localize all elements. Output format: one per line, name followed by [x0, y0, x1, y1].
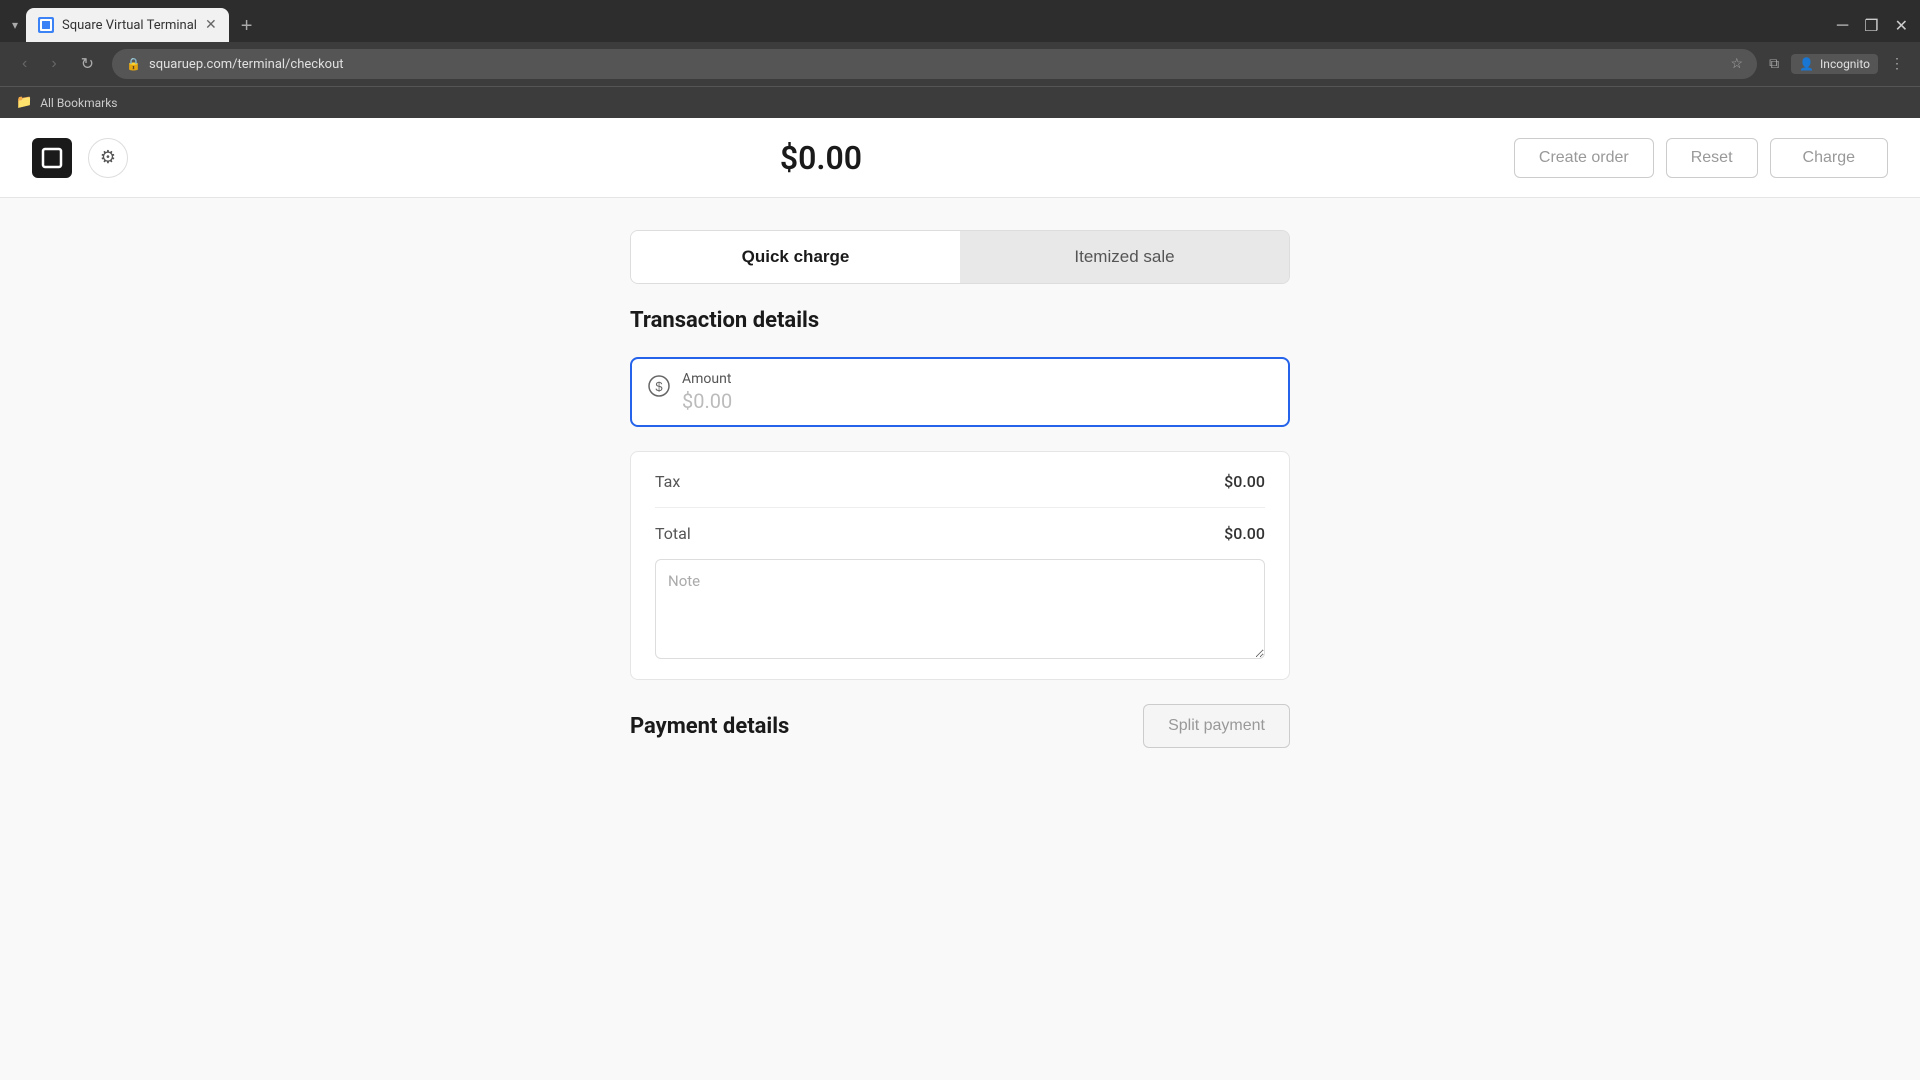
- tab-favicon: [38, 17, 54, 33]
- browser-toolbar-right: ⧉ 👤 Incognito ⋮: [1769, 54, 1904, 74]
- browser-window-controls: ─ ❐ ✕: [1837, 15, 1908, 35]
- address-bar[interactable]: 🔒 squaruep.com/terminal/checkout ☆: [112, 49, 1757, 79]
- transaction-details-title: Transaction details: [630, 308, 1290, 333]
- browser-tab-strip: Square Virtual Terminal ✕ +: [26, 8, 1837, 42]
- browser-title-bar-left: ▾: [12, 18, 18, 32]
- tax-label: Tax: [655, 472, 680, 491]
- header-amount: $0.00: [128, 139, 1514, 177]
- amount-input-value[interactable]: $0.00: [682, 389, 1272, 413]
- profile-button[interactable]: 👤 Incognito: [1791, 54, 1878, 74]
- forward-button[interactable]: ›: [45, 53, 62, 75]
- header-actions: Create order Reset Charge: [1514, 138, 1888, 178]
- browser-title-bar: ▾ Square Virtual Terminal ✕ + ─ ❐ ✕: [0, 0, 1920, 42]
- total-label: Total: [655, 524, 691, 543]
- incognito-label: Incognito: [1820, 57, 1870, 71]
- tax-row: Tax $0.00: [655, 472, 1265, 491]
- amount-label: Amount: [682, 371, 1272, 387]
- tax-value: $0.00: [1224, 472, 1265, 491]
- payment-details-header: Payment details Split payment: [630, 704, 1290, 748]
- lock-icon: 🔒: [126, 57, 141, 71]
- summary-card: Tax $0.00 Total $0.00: [630, 451, 1290, 680]
- bookmark-star-icon[interactable]: ☆: [1731, 56, 1744, 72]
- close-button[interactable]: ✕: [1895, 16, 1908, 35]
- bookmarks-bar: 📁 All Bookmarks: [0, 86, 1920, 118]
- total-row: Total $0.00: [655, 524, 1265, 543]
- quick-charge-tab[interactable]: Quick charge: [631, 231, 960, 283]
- bookmarks-folder-icon: 📁: [16, 95, 32, 110]
- create-order-button[interactable]: Create order: [1514, 138, 1654, 178]
- amount-input-card: $ Amount $0.00: [630, 357, 1290, 427]
- payment-details-title: Payment details: [630, 714, 789, 739]
- reset-button[interactable]: Reset: [1666, 138, 1758, 178]
- tab-dropdown-icon[interactable]: ▾: [12, 18, 18, 32]
- settings-gear-icon: ⚙: [100, 147, 116, 168]
- tab-close-button[interactable]: ✕: [205, 18, 217, 32]
- app-header: ⚙ $0.00 Create order Reset Charge: [0, 118, 1920, 198]
- browser-chrome: ▾ Square Virtual Terminal ✕ + ─ ❐ ✕ ‹ › …: [0, 0, 1920, 118]
- tab-title: Square Virtual Terminal: [62, 18, 197, 33]
- refresh-button[interactable]: ↻: [75, 52, 100, 76]
- url-text: squaruep.com/terminal/checkout: [149, 57, 1723, 72]
- note-textarea[interactable]: [655, 559, 1265, 659]
- content-container: Quick charge Itemized sale Transaction d…: [630, 230, 1290, 748]
- dollar-circle-icon: $: [648, 375, 670, 402]
- minimize-button[interactable]: ─: [1837, 15, 1848, 35]
- tabs-container: Quick charge Itemized sale: [630, 230, 1290, 284]
- bookmarks-label: All Bookmarks: [40, 96, 117, 110]
- summary-divider: [655, 507, 1265, 508]
- back-button[interactable]: ‹: [16, 53, 33, 75]
- new-tab-button[interactable]: +: [233, 11, 261, 42]
- app-content: ⚙ $0.00 Create order Reset Charge Quick …: [0, 118, 1920, 1080]
- itemized-sale-tab[interactable]: Itemized sale: [960, 231, 1289, 283]
- app-logo: [32, 138, 72, 178]
- amount-input-inner: Amount $0.00: [682, 371, 1272, 413]
- menu-button[interactable]: ⋮: [1890, 56, 1904, 72]
- main-content: Quick charge Itemized sale Transaction d…: [0, 198, 1920, 1080]
- profile-icon: 👤: [1799, 57, 1814, 71]
- svg-text:$: $: [655, 379, 663, 394]
- active-browser-tab[interactable]: Square Virtual Terminal ✕: [26, 8, 229, 42]
- browser-address-bar-row: ‹ › ↻ 🔒 squaruep.com/terminal/checkout ☆…: [0, 42, 1920, 86]
- split-payment-button[interactable]: Split payment: [1143, 704, 1290, 748]
- restore-button[interactable]: ❐: [1864, 16, 1878, 35]
- extensions-icon[interactable]: ⧉: [1769, 56, 1779, 72]
- charge-button[interactable]: Charge: [1770, 138, 1888, 178]
- settings-button[interactable]: ⚙: [88, 138, 128, 178]
- total-value: $0.00: [1224, 524, 1265, 543]
